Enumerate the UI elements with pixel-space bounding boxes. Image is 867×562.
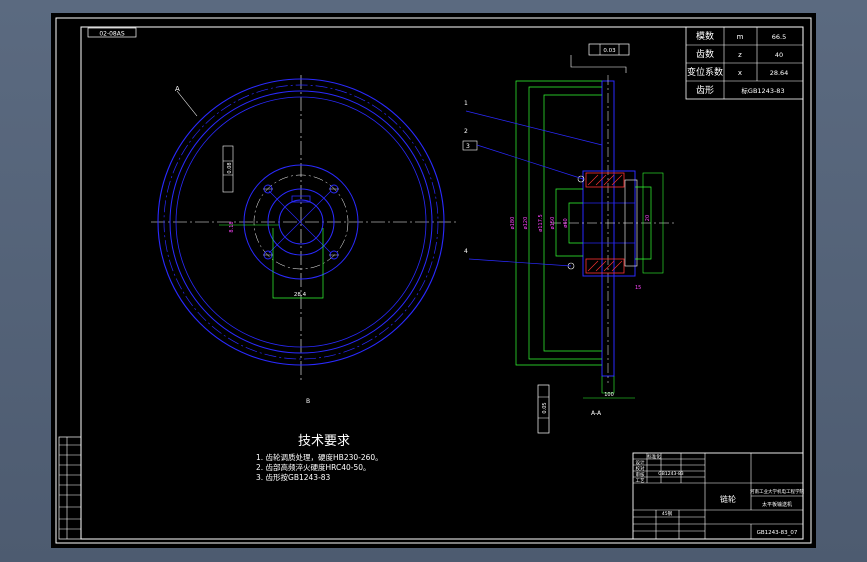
param-value: 标GB1243-83 (741, 86, 784, 95)
front-view: 28.4 0.08 8.18 A B (151, 75, 456, 405)
param-value: 66.5 (772, 33, 786, 41)
dim-d4: ø180 (510, 217, 516, 230)
tech-item: 1. 齿轮调质处理，硬度HB230-260。 (256, 452, 383, 462)
dim-hub-offset: 28.4 (294, 292, 307, 298)
dim-d2: ø117.5 (538, 214, 544, 231)
param-sym: m (737, 33, 744, 41)
hub-flange (585, 258, 625, 274)
hub-flange (585, 172, 625, 188)
tech-item: 3. 齿形按GB1243-83 (256, 472, 331, 482)
leader-2: 2 (464, 128, 468, 135)
title-block (632, 452, 804, 540)
dim-ladder-d1 (555, 188, 583, 257)
title-small: 设计 (636, 459, 645, 466)
leader-4: 4 (464, 248, 468, 255)
company: 河南工业大学机电工程学院 (750, 488, 804, 495)
dim-d1: ø150 (550, 217, 556, 230)
param-label: 模数 (696, 30, 714, 42)
leader-1: 1 (464, 100, 468, 107)
title-small: 工艺 (636, 478, 645, 484)
parameters-table: 模数 m 66.5 齿数 z 40 变位系数 x 28.64 齿形 标GB124… (685, 26, 804, 100)
drawing-code-text: 02-08AS (99, 31, 125, 38)
dim-w-total: 100 (604, 392, 614, 398)
dim-bore: ø60 (563, 218, 569, 227)
dim-run-tol: 0.05 (542, 402, 548, 413)
sheet-inner-border (80, 26, 804, 540)
dim-d3: ø120 (523, 217, 529, 230)
param-value: 40 (775, 51, 783, 59)
section-view: 0.03 ø180 ø120 ø117.5 ø150 ø60 20 15 100… (462, 43, 676, 434)
sub-label: GB1243-83 (658, 471, 684, 477)
param-sym: z (738, 51, 742, 59)
sub-label: 45钢 (662, 510, 673, 517)
param-sym: x (738, 69, 742, 77)
param-label: 齿数 (696, 48, 714, 60)
title-small: 校对 (636, 465, 645, 472)
dim-tolerance-2: 0.03 (603, 48, 616, 54)
cad-viewport[interactable]: 02-08AS 28.4 0.08 8.18 A B 0.03 ø180 ø12… (51, 13, 816, 548)
technical-requirements: 技术要求 1. 齿轮调质处理，硬度HB230-260。 2. 齿部高频淬火硬度H… (256, 434, 383, 482)
title-small: 审核 (636, 471, 645, 478)
sheet-outer-border (55, 17, 812, 544)
dim-hub-width: 20 (645, 215, 651, 221)
label-b: B (306, 398, 310, 405)
dim-angle: 8.18 (229, 221, 235, 232)
leader-3: 3 (466, 143, 470, 150)
drawing-name: 太平板输送机 (762, 501, 792, 508)
title-small: 标准化 (647, 453, 661, 460)
section-label: A-A (591, 410, 602, 417)
dim-w-small: 15 (635, 285, 641, 291)
tech-title: 技术要求 (298, 434, 350, 449)
param-label: 变位系数 (687, 66, 723, 78)
part-name: 链轮 (720, 494, 736, 504)
drawing-no: GB1243-83_07 (757, 530, 798, 536)
tech-item: 2. 齿部高频淬火硬度HRC40-50。 (256, 462, 371, 472)
dim-tolerance-1: 0.08 (227, 162, 233, 173)
chain-sprocket-drawing: 02-08AS 28.4 0.08 8.18 A B 0.03 ø180 ø12… (55, 17, 812, 544)
param-label: 齿形 (696, 84, 714, 96)
param-value: 28.64 (770, 69, 789, 77)
left-revision-column (58, 436, 82, 540)
